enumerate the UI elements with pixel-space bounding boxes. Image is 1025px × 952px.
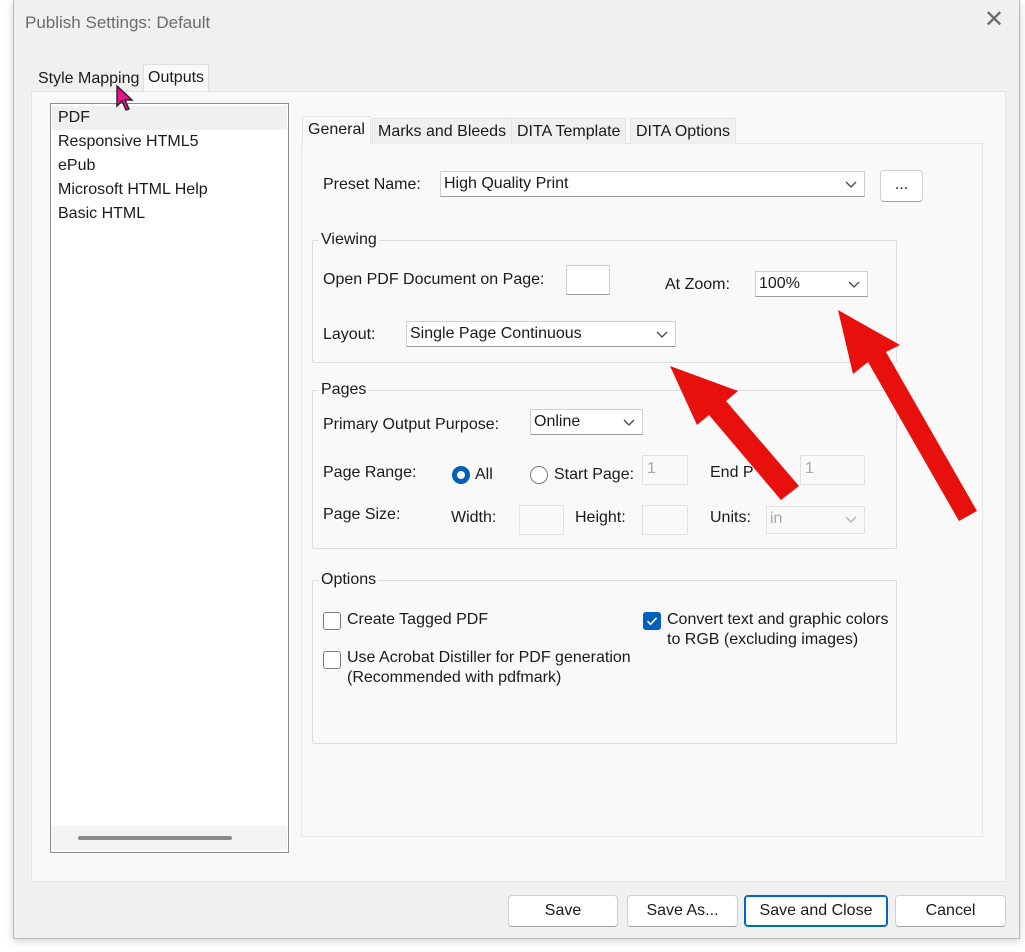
annotation-arrows <box>670 310 977 521</box>
mouse-cursor-icon <box>116 84 134 111</box>
annotation-arrow-layout <box>670 366 799 500</box>
annotation-arrow-zoom <box>838 310 977 521</box>
